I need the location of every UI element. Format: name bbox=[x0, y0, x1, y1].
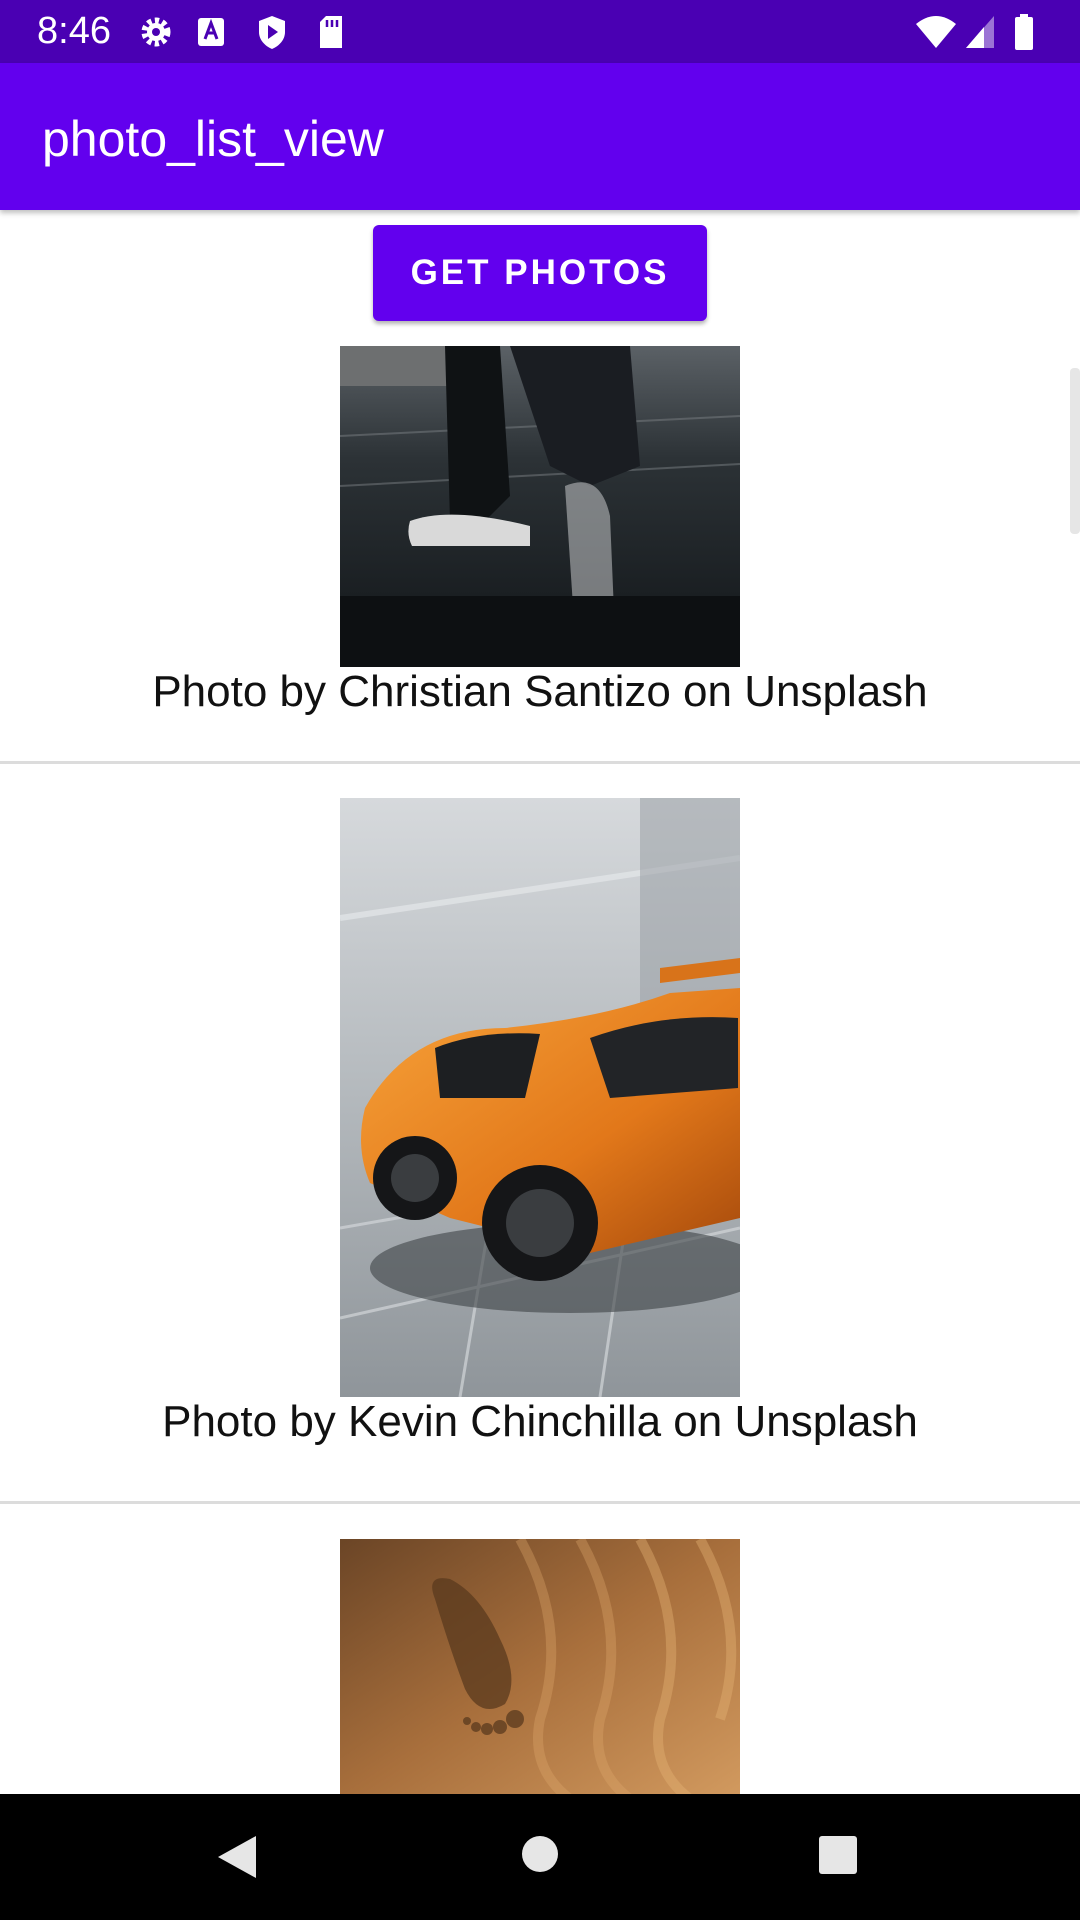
sd-card-icon bbox=[320, 16, 342, 48]
app-bar: photo_list_view bbox=[0, 63, 1080, 210]
get-photos-button[interactable]: GET PHOTOS bbox=[373, 225, 707, 321]
battery-icon bbox=[1015, 14, 1033, 50]
footprint-in-sand-photo-art bbox=[340, 1539, 740, 1794]
gear-icon bbox=[141, 17, 171, 47]
list-item[interactable] bbox=[0, 1504, 1080, 1794]
nav-bar bbox=[0, 1794, 1080, 1920]
list-item[interactable]: Photo by Christian Santizo on Unsplash bbox=[0, 336, 1080, 736]
shield-play-icon bbox=[259, 16, 285, 49]
status-icons-right bbox=[914, 12, 1044, 52]
orange-sports-car-photo-art bbox=[340, 798, 740, 1397]
photo-image bbox=[340, 798, 740, 1397]
back-icon[interactable] bbox=[216, 1834, 258, 1880]
scrollbar[interactable] bbox=[1070, 368, 1080, 534]
list-item[interactable]: Photo by Kevin Chinchilla on Unsplash bbox=[0, 764, 1080, 1454]
photo-list[interactable]: GET PHOTOS Photo by Christian Santizo on… bbox=[0, 210, 1080, 1794]
home-icon[interactable] bbox=[520, 1834, 560, 1874]
wifi-icon bbox=[916, 16, 956, 48]
photo-image bbox=[340, 346, 740, 667]
photo-image bbox=[340, 1539, 740, 1794]
photo-caption: Photo by Christian Santizo on Unsplash bbox=[152, 667, 928, 716]
status-bar: 8:46 bbox=[0, 0, 1080, 63]
status-time: 8:46 bbox=[37, 10, 111, 52]
app-title: photo_list_view bbox=[42, 111, 384, 167]
recents-icon[interactable] bbox=[818, 1835, 858, 1875]
photo-caption: Photo by Kevin Chinchilla on Unsplash bbox=[162, 1397, 918, 1446]
a-box-icon bbox=[198, 18, 224, 46]
person-sneakers-photo-art bbox=[340, 346, 740, 667]
cell-signal-icon bbox=[966, 16, 994, 48]
